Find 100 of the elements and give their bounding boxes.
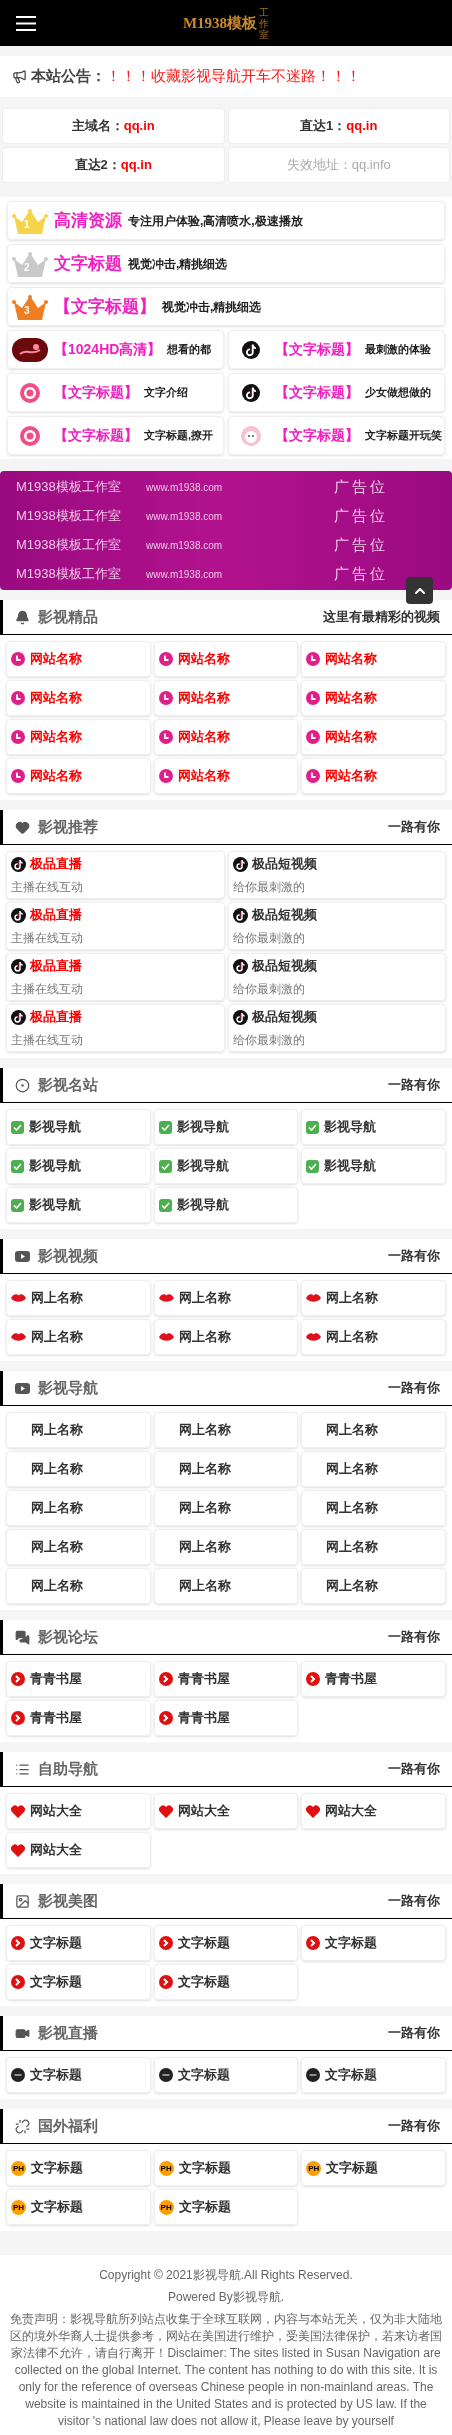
site-link[interactable]: 影视导航 xyxy=(153,1187,299,1223)
ad-banner[interactable]: M1938模板工作室 www.m1938.com 广告位 M1938模板工作室 www.m1938.com 广告位 M1938模板工作室 www.m1938.com 广告位 M1938模板工作室 www.m1938.com 广告位 xyxy=(0,471,452,590)
site-link[interactable]: 文字标题 xyxy=(301,1925,446,1961)
site-link[interactable]: 网上名称 xyxy=(301,1280,446,1316)
promo-link[interactable]: 【文字标题】 文字介绍 xyxy=(7,373,224,412)
domain-link[interactable]: 直达1：qq.in xyxy=(227,108,450,144)
site-link[interactable]: 网上名称 xyxy=(6,1451,151,1487)
site-link[interactable]: PH 文字标题 xyxy=(6,2150,151,2186)
arrow-circle-icon xyxy=(306,1936,321,1950)
site-link[interactable]: 网上名称 xyxy=(301,1412,446,1448)
site-card[interactable]: 极品短视频 给你最刺激的 xyxy=(227,953,446,1001)
site-link[interactable]: PH 文字标题 xyxy=(6,2189,151,2225)
lips-icon xyxy=(11,1293,26,1303)
site-link[interactable]: 网站名称 xyxy=(153,758,299,794)
site-link[interactable]: 文字标题 xyxy=(301,2057,446,2093)
site-card[interactable]: 极品直播 主播在线互动 xyxy=(6,1004,225,1052)
site-card[interactable]: 极品短视频 给你最刺激的 xyxy=(227,851,446,899)
site-card[interactable]: 极品直播 主播在线互动 xyxy=(6,902,225,950)
ad-name: M1938模板工作室 xyxy=(16,565,122,584)
site-link[interactable]: PH 文字标题 xyxy=(301,2150,446,2186)
site-link[interactable]: 网站大全 xyxy=(301,1793,446,1829)
link-label: 青青书屋 xyxy=(325,1670,378,1689)
site-link[interactable]: 青青书屋 xyxy=(153,1661,299,1697)
site-link[interactable]: PH 文字标题 xyxy=(153,2150,299,2186)
card-title: 极品直播 xyxy=(30,855,82,874)
site-link[interactable]: 影视导航 xyxy=(301,1109,446,1145)
site-card[interactable]: 极品直播 主播在线互动 xyxy=(6,851,225,899)
site-link[interactable]: 青青书屋 xyxy=(6,1661,151,1697)
site-link[interactable]: 网站大全 xyxy=(6,1832,151,1868)
music-note-icon xyxy=(232,856,248,872)
site-link[interactable]: 影视导航 xyxy=(153,1148,299,1184)
promo-link[interactable]: 【文字标题】 最刺激的体验 xyxy=(228,330,445,369)
site-link[interactable]: 网站名称 xyxy=(6,758,151,794)
clock-icon xyxy=(11,730,25,744)
link-label: 网上名称 xyxy=(31,1460,83,1479)
site-link[interactable]: 青青书屋 xyxy=(153,1700,299,1736)
site-link[interactable]: 网上名称 xyxy=(6,1412,151,1448)
site-link[interactable]: 青青书屋 xyxy=(301,1661,446,1697)
site-link[interactable]: 网上名称 xyxy=(301,1451,446,1487)
clock-icon xyxy=(11,769,25,783)
site-link[interactable]: 青青书屋 xyxy=(6,1700,151,1736)
promo-link[interactable]: 【1024HD高清】 想看的都 xyxy=(7,330,224,369)
site-link[interactable]: 网上名称 xyxy=(153,1568,299,1604)
site-link[interactable]: 网上名称 xyxy=(6,1319,151,1355)
site-link[interactable]: 网上名称 xyxy=(301,1568,446,1604)
music-note-icon xyxy=(11,907,26,923)
music-note-icon xyxy=(232,907,248,923)
site-link[interactable]: 网上名称 xyxy=(6,1280,151,1316)
menu-icon[interactable] xyxy=(16,15,36,31)
site-link[interactable]: 文字标题 xyxy=(153,1925,299,1961)
site-link[interactable]: 网站名称 xyxy=(301,719,446,755)
site-link[interactable]: 影视导航 xyxy=(301,1148,446,1184)
site-link[interactable]: 文字标题 xyxy=(6,2057,151,2093)
site-link[interactable]: 网上名称 xyxy=(153,1451,299,1487)
site-link[interactable]: 网站名称 xyxy=(153,641,299,677)
site-link[interactable]: 影视导航 xyxy=(6,1109,151,1145)
site-link[interactable]: 网上名称 xyxy=(6,1529,151,1565)
site-link[interactable]: 网上名称 xyxy=(153,1529,299,1565)
site-link[interactable]: 文字标题 xyxy=(153,2057,299,2093)
site-link[interactable]: 影视导航 xyxy=(6,1187,151,1223)
site-link[interactable]: 网上名称 xyxy=(153,1319,299,1355)
site-link[interactable]: 网上名称 xyxy=(153,1490,299,1526)
promo-link[interactable]: 1 高清资源 专注用户体验,高清喷水,极速播放 xyxy=(7,201,445,240)
site-link[interactable]: 网上名称 xyxy=(301,1490,446,1526)
card-description: 主播在线互动 xyxy=(11,980,84,998)
site-link[interactable]: 网上名称 xyxy=(301,1529,446,1565)
site-link[interactable]: 网站名称 xyxy=(6,680,151,716)
chat-icon xyxy=(15,1629,30,1645)
site-link[interactable]: 网站名称 xyxy=(6,719,151,755)
site-link[interactable]: 网站名称 xyxy=(153,680,299,716)
site-link[interactable]: 文字标题 xyxy=(6,1925,151,1961)
promo-link[interactable]: 【文字标题】 少女做想做的 xyxy=(228,373,445,412)
card-description: 主播在线互动 xyxy=(11,929,84,947)
site-link[interactable]: 网站名称 xyxy=(301,758,446,794)
site-card[interactable]: 极品短视频 给你最刺激的 xyxy=(227,902,446,950)
site-link[interactable]: 网站名称 xyxy=(301,641,446,677)
site-link[interactable]: 网站大全 xyxy=(6,1793,151,1829)
promo-link[interactable]: 【文字标题】 文字标题开玩笑 xyxy=(228,416,445,455)
promo-link[interactable]: 【文字标题】 文字标题,撩开 xyxy=(7,416,224,455)
site-link[interactable]: 网上名称 xyxy=(153,1412,299,1448)
domain-link[interactable]: 主域名：qq.in xyxy=(2,108,225,144)
site-link[interactable]: PH 文字标题 xyxy=(153,2189,299,2225)
domain-link[interactable]: 直达2：qq.in xyxy=(2,147,225,183)
site-card[interactable]: 极品短视频 给你最刺激的 xyxy=(227,1004,446,1052)
site-link[interactable]: 网上名称 xyxy=(6,1568,151,1604)
site-link[interactable]: 文字标题 xyxy=(153,1964,299,2000)
site-link[interactable]: 网上名称 xyxy=(153,1280,299,1316)
section-subtitle: 一路有你 xyxy=(388,2117,440,2136)
promo-link[interactable]: 3 【文字标题】 视觉冲击,精挑细选 xyxy=(7,287,445,326)
site-link[interactable]: 网站名称 xyxy=(153,719,299,755)
back-to-top-button[interactable] xyxy=(406,577,433,604)
site-card[interactable]: 极品直播 主播在线互动 xyxy=(6,953,225,1001)
site-link[interactable]: 影视导航 xyxy=(6,1148,151,1184)
site-link[interactable]: 网上名称 xyxy=(6,1490,151,1526)
site-link[interactable]: 网站名称 xyxy=(6,641,151,677)
site-link[interactable]: 网站大全 xyxy=(153,1793,299,1829)
site-link[interactable]: 文字标题 xyxy=(6,1964,151,2000)
site-link[interactable]: 网站名称 xyxy=(301,680,446,716)
site-link[interactable]: 影视导航 xyxy=(153,1109,299,1145)
site-link[interactable]: 网上名称 xyxy=(301,1319,446,1355)
